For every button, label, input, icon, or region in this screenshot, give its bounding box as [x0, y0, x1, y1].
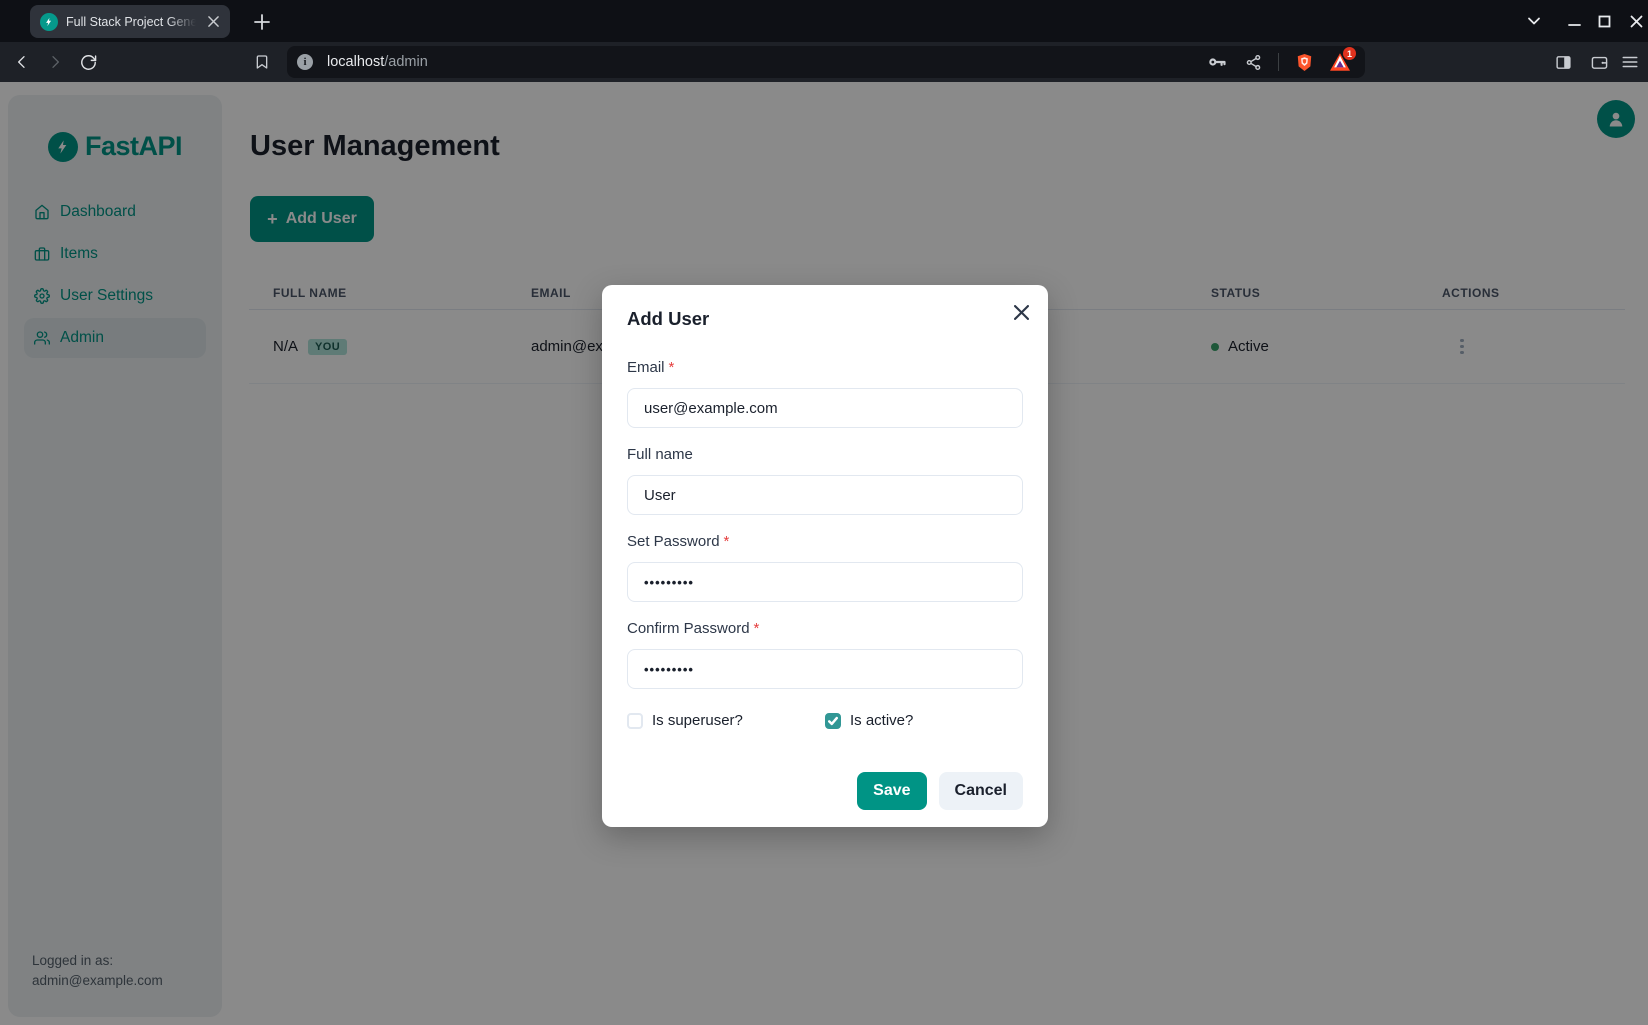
is-superuser-label: Is superuser? — [652, 712, 743, 729]
new-tab-button[interactable] — [248, 8, 276, 36]
modal-close-icon[interactable] — [1008, 299, 1034, 325]
url-bar[interactable]: i localhost/admin — [287, 46, 1365, 78]
hamburger-menu-icon[interactable] — [1618, 50, 1642, 74]
browser-toolbar: i localhost/admin — [0, 42, 1648, 82]
confirm-password-field-group: Confirm Password* — [627, 620, 1023, 689]
add-user-modal: Add User Email* Full name Set Password* … — [602, 285, 1048, 827]
required-marker: * — [724, 533, 730, 550]
forward-button[interactable] — [43, 50, 67, 74]
is-superuser-checkbox[interactable]: Is superuser? — [627, 712, 825, 729]
tab-search-chevron-icon[interactable] — [1520, 7, 1548, 35]
sidebar-panel-icon[interactable] — [1551, 50, 1575, 74]
rewards-notification-badge: 1 — [1343, 47, 1356, 60]
brave-rewards-icon[interactable]: 1 — [1329, 51, 1351, 73]
fastapi-favicon-icon — [40, 13, 58, 31]
confirm-password-field[interactable] — [627, 649, 1023, 689]
is-active-label: Is active? — [850, 712, 913, 729]
set-password-field-group: Set Password* — [627, 533, 1023, 602]
bookmark-icon[interactable] — [250, 50, 274, 74]
page-content: FastAPI Dashboard Items User Settings A — [0, 82, 1648, 1025]
email-field[interactable] — [627, 388, 1023, 428]
window-close-button[interactable] — [1622, 7, 1648, 35]
url-path: /admin — [384, 54, 428, 70]
tab-close-icon[interactable] — [204, 13, 222, 31]
is-active-checkbox[interactable]: Is active? — [825, 712, 1023, 729]
back-button[interactable] — [10, 50, 34, 74]
checkbox-unchecked-icon[interactable] — [627, 713, 643, 729]
save-button[interactable]: Save — [857, 772, 926, 810]
tab-title: Full Stack Project Genera — [66, 15, 196, 29]
toolbar-divider — [1278, 53, 1279, 71]
url-host: localhost — [327, 54, 384, 70]
wallet-icon[interactable] — [1587, 50, 1611, 74]
site-info-icon[interactable]: i — [297, 54, 313, 70]
reload-button[interactable] — [76, 50, 100, 74]
full-name-field-group: Full name — [627, 446, 1023, 515]
checkbox-checked-icon[interactable] — [825, 713, 841, 729]
brave-shield-icon[interactable] — [1293, 51, 1315, 73]
share-icon[interactable] — [1242, 51, 1264, 73]
email-field-group: Email* — [627, 359, 1023, 428]
required-marker: * — [754, 620, 760, 637]
modal-title: Add User — [627, 308, 1023, 330]
email-label: Email* — [627, 359, 1023, 379]
cancel-button[interactable]: Cancel — [939, 772, 1023, 810]
full-name-field[interactable] — [627, 475, 1023, 515]
set-password-field[interactable] — [627, 562, 1023, 602]
titlebar: Full Stack Project Genera — [0, 0, 1648, 42]
modal-footer: Save Cancel — [627, 772, 1023, 810]
browser-window: Full Stack Project Genera — [0, 0, 1648, 1025]
required-marker: * — [669, 359, 675, 376]
confirm-password-label: Confirm Password* — [627, 620, 1023, 640]
checkbox-row: Is superuser? Is active? — [627, 712, 1023, 729]
key-icon[interactable] — [1206, 51, 1228, 73]
full-name-label: Full name — [627, 446, 1023, 466]
window-minimize-button[interactable] — [1560, 7, 1588, 35]
browser-tab[interactable]: Full Stack Project Genera — [30, 5, 230, 38]
set-password-label: Set Password* — [627, 533, 1023, 553]
url-text: localhost/admin — [327, 54, 1192, 70]
window-maximize-button[interactable] — [1590, 7, 1618, 35]
